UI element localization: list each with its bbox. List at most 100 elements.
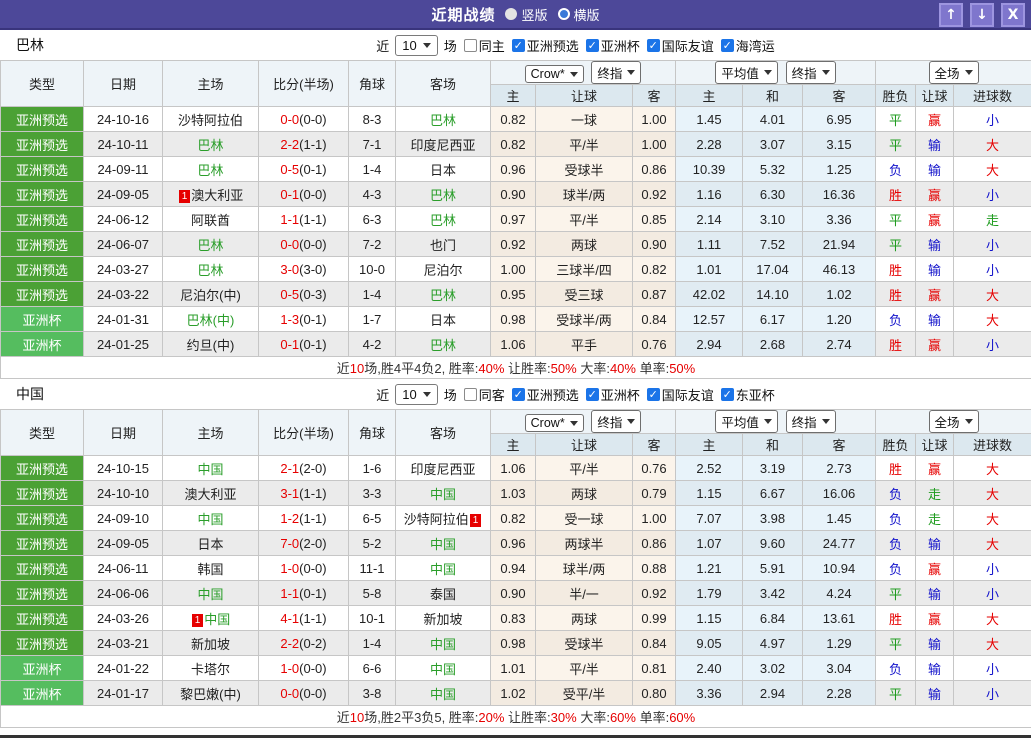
- results-table-bahrain: 类型 日期 主场 比分(半场) 角球 客场 Crow* 终指 平均值 终指 全场…: [0, 60, 1031, 379]
- league-checkbox-asian-cup[interactable]: ✓ 亚洲杯: [586, 36, 640, 55]
- radio-selected-icon: [558, 8, 570, 20]
- home-team-cell: 巴林: [163, 157, 259, 182]
- match-type-badge: 亚洲预选: [1, 481, 84, 506]
- score-cell: 0-0(0-0): [259, 681, 349, 706]
- avg-home-odds-cell: 1.16: [676, 182, 743, 207]
- team-name: 新加坡: [423, 612, 462, 627]
- home-team-cell: 沙特阿拉伯: [163, 107, 259, 132]
- avg-away-odds-cell: 1.25: [803, 157, 876, 182]
- home-team-cell: 巴林(中): [163, 307, 259, 332]
- match-row: 亚洲预选24-10-10澳大利亚3-1(1-1)3-3中国1.03两球0.791…: [1, 481, 1031, 506]
- average-select[interactable]: 平均值: [715, 410, 778, 433]
- away-odds-cell: 0.80: [633, 681, 676, 706]
- summary-row: 近10场,胜4平4负2, 胜率:40% 让胜率:50% 大率:40% 单率:50…: [1, 357, 1031, 379]
- team-name: 中国: [430, 487, 456, 502]
- winlose-result-cell: 平: [876, 631, 916, 656]
- league-checkbox-friendly[interactable]: ✓ 国际友谊: [647, 385, 714, 404]
- match-date-cell: 24-06-11: [84, 556, 163, 581]
- team-name-label: 中国: [16, 384, 44, 404]
- recent-count-select[interactable]: 10: [395, 35, 437, 56]
- bookmaker-select[interactable]: Crow*: [525, 414, 584, 432]
- bookmaker-select[interactable]: Crow*: [525, 65, 584, 83]
- handicap-result-cell: 赢: [916, 282, 954, 307]
- avg-draw-odds-cell: 7.52: [743, 232, 803, 257]
- goals-result-cell: 大: [954, 132, 1031, 157]
- handicap-cell: 受球半/两: [536, 307, 633, 332]
- sub-col-handicap-result: 让球: [916, 85, 954, 107]
- away-odds-cell: 0.99: [633, 606, 676, 631]
- match-type-badge: 亚洲预选: [1, 506, 84, 531]
- score-cell: 1-0(0-0): [259, 656, 349, 681]
- team-name: 中国: [204, 612, 230, 627]
- home-odds-cell: 0.97: [491, 207, 536, 232]
- score-cell: 2-2(0-2): [259, 631, 349, 656]
- sub-col-avg-draw: 和: [743, 434, 803, 456]
- match-row: 亚洲预选24-10-11巴林2-2(1-1)7-1印度尼西亚0.82平/半1.0…: [1, 132, 1031, 157]
- score-cell: 0-5(0-3): [259, 282, 349, 307]
- home-team-cell: 巴林: [163, 132, 259, 157]
- match-row: 亚洲预选24-06-06中国1-1(0-1)5-8泰国0.90半/一0.921.…: [1, 581, 1031, 606]
- same-away-checkbox[interactable]: 同客: [464, 385, 505, 404]
- halftime-score: (0-1): [299, 586, 326, 601]
- team-name: 沙特阿拉伯: [404, 512, 469, 527]
- layout-horizontal-radio[interactable]: 横版: [558, 5, 600, 24]
- league-checkbox-friendly[interactable]: ✓ 国际友谊: [647, 36, 714, 55]
- handicap-cell: 受一球: [536, 506, 633, 531]
- checkbox-checked-icon: ✓: [647, 39, 660, 52]
- halftime-score: (1-1): [299, 486, 326, 501]
- corners-cell: 3-3: [349, 481, 396, 506]
- handicap-result-cell: 输: [916, 631, 954, 656]
- league-checkbox-asian-cup[interactable]: ✓ 亚洲杯: [586, 385, 640, 404]
- league-checkbox-asian-qualifiers[interactable]: ✓ 亚洲预选: [512, 36, 579, 55]
- fulltime-score: 0-0: [280, 686, 299, 701]
- move-down-button[interactable]: ↓: [970, 3, 994, 27]
- final-odds-select-2[interactable]: 终指: [786, 61, 836, 84]
- home-odds-cell: 1.00: [491, 257, 536, 282]
- final-odds-select[interactable]: 终指: [591, 410, 641, 433]
- corners-cell: 8-3: [349, 107, 396, 132]
- avg-draw-odds-cell: 2.94: [743, 681, 803, 706]
- avg-home-odds-cell: 42.02: [676, 282, 743, 307]
- sub-col-avg-home: 主: [676, 434, 743, 456]
- home-odds-cell: 0.82: [491, 506, 536, 531]
- league-checkbox-gulf-games[interactable]: ✓ 海湾运: [721, 36, 775, 55]
- winlose-result-cell: 负: [876, 481, 916, 506]
- away-team-cell: 中国: [396, 681, 491, 706]
- layout-vertical-radio[interactable]: 竖版: [505, 5, 547, 24]
- down-arrow-icon: ↓: [976, 7, 988, 23]
- match-row: 亚洲预选24-10-15中国2-1(2-0)1-6印度尼西亚1.06平/半0.7…: [1, 456, 1031, 481]
- fulltime-select[interactable]: 全场: [929, 410, 979, 433]
- checkbox-unchecked-icon: [464, 388, 477, 401]
- corners-cell: 1-4: [349, 157, 396, 182]
- fulltime-select[interactable]: 全场: [929, 61, 979, 84]
- avg-draw-odds-cell: 17.04: [743, 257, 803, 282]
- team-name: 巴林: [197, 238, 223, 253]
- team-name: 巴林: [197, 138, 223, 153]
- corners-cell: 4-3: [349, 182, 396, 207]
- league-checkbox-east-asian-cup[interactable]: ✓ 东亚杯: [721, 385, 775, 404]
- matches-label: 场: [444, 385, 457, 404]
- final-odds-select[interactable]: 终指: [591, 61, 641, 84]
- home-team-cell: 中国: [163, 581, 259, 606]
- recent-count-select[interactable]: 10: [395, 384, 437, 405]
- summary-segment: 单率:: [636, 361, 669, 376]
- up-arrow-icon: ↑: [945, 7, 957, 23]
- handicap-result-cell: 赢: [916, 456, 954, 481]
- sub-col-avg-draw: 和: [743, 85, 803, 107]
- avg-draw-odds-cell: 4.97: [743, 631, 803, 656]
- final-odds-select-2[interactable]: 终指: [786, 410, 836, 433]
- col-header-corner: 角球: [349, 61, 396, 107]
- move-up-button[interactable]: ↑: [939, 3, 963, 27]
- chevron-down-icon: [822, 70, 830, 75]
- red-number-badge: 1: [470, 514, 482, 527]
- avg-draw-odds-cell: 3.07: [743, 132, 803, 157]
- vertical-radio-label: 竖版: [521, 5, 547, 24]
- away-odds-cell: 0.85: [633, 207, 676, 232]
- same-home-checkbox[interactable]: 同主: [464, 36, 505, 55]
- avg-home-odds-cell: 2.52: [676, 456, 743, 481]
- fulltime-score: 1-3: [280, 312, 299, 327]
- close-button[interactable]: X: [1001, 3, 1025, 27]
- average-select[interactable]: 平均值: [715, 61, 778, 84]
- league-checkbox-asian-qualifiers[interactable]: ✓ 亚洲预选: [512, 385, 579, 404]
- away-odds-cell: 0.76: [633, 332, 676, 357]
